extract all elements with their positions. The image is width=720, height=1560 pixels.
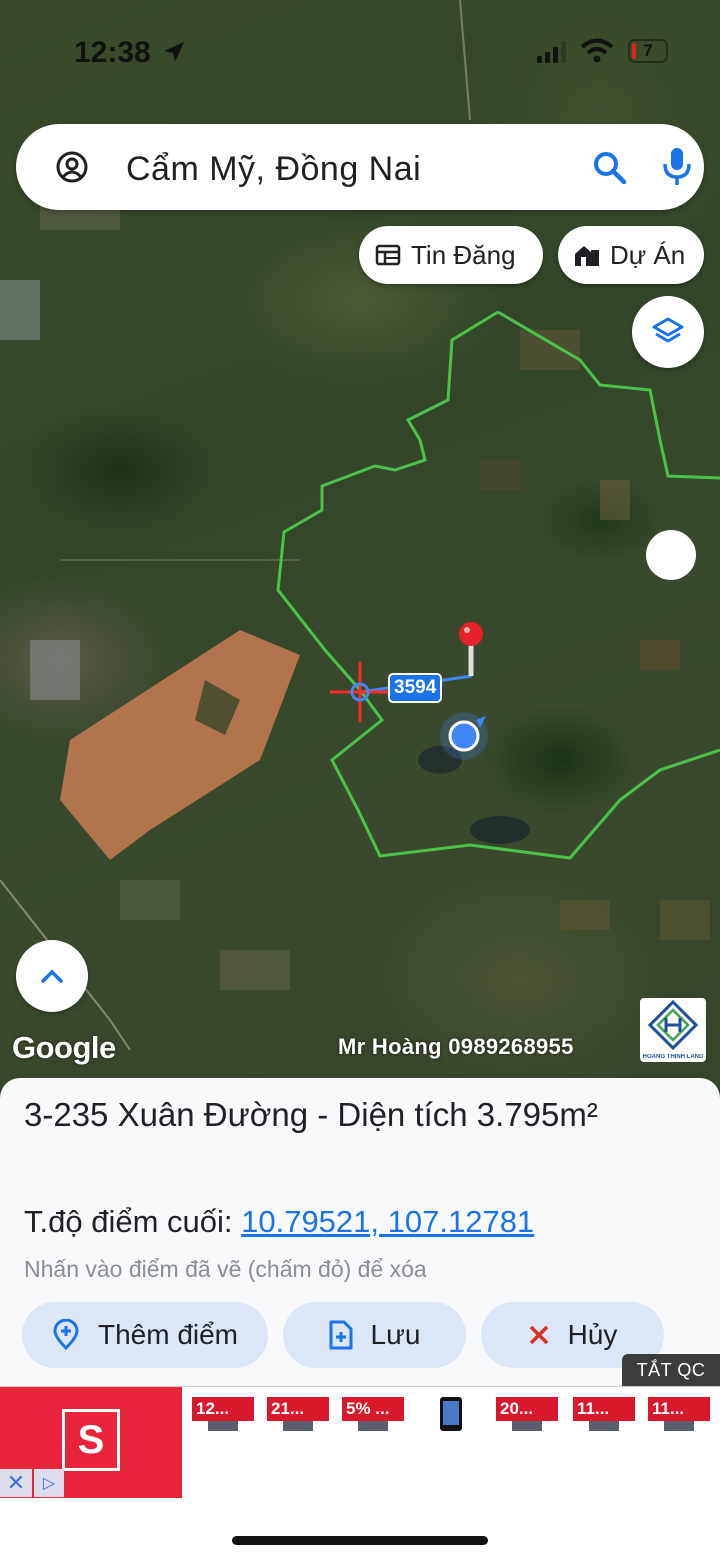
new-file-icon (329, 1320, 353, 1350)
signal-icon (537, 39, 566, 63)
listings-chip[interactable]: Tin Đăng (359, 226, 543, 284)
coords-link[interactable]: 10.79521, 107.12781 (241, 1204, 534, 1239)
cancel-label: Hủy (567, 1319, 618, 1350)
add-point-button[interactable]: Thêm điểm (22, 1302, 268, 1368)
close-icon (529, 1325, 548, 1345)
save-button[interactable]: Lưu (283, 1302, 466, 1368)
crosshair-marker (330, 662, 390, 722)
brand-logo: HOÀNG THỊNH LAND (640, 998, 706, 1062)
ad-close-icon[interactable]: ✕ (0, 1469, 32, 1497)
ad-phone-image[interactable] (440, 1397, 462, 1431)
calendar-list-icon (375, 244, 401, 266)
hide-ads-button[interactable]: TẮT QC (622, 1354, 720, 1386)
account-icon[interactable] (56, 151, 88, 183)
google-logo: Google (12, 1030, 116, 1065)
projects-chip[interactable]: Dự Án (558, 226, 704, 284)
coords-label: T.độ điểm cuối: (24, 1204, 242, 1239)
search-query[interactable]: Cẩm Mỹ, Đồng Nai (126, 150, 421, 189)
status-bar: 12:38 7 (0, 0, 720, 100)
search-icon[interactable] (592, 150, 628, 186)
current-location-dot (440, 712, 488, 760)
layers-icon (652, 317, 684, 343)
wifi-icon (580, 38, 614, 63)
building-icon (575, 246, 599, 266)
brand-logo-text: HOÀNG THỊNH LAND (642, 1054, 704, 1060)
location-arrow-icon (164, 42, 184, 62)
distance-label: 3594 (388, 673, 443, 703)
save-label: Lưu (370, 1319, 421, 1350)
status-time: 12:38 (74, 36, 151, 69)
status-icons: 7 (537, 38, 668, 64)
projects-chip-label: Dự Án (610, 239, 686, 270)
layers-button[interactable] (632, 296, 704, 368)
battery-icon: 7 (628, 39, 668, 63)
ad-s-logo-icon: S (62, 1409, 120, 1471)
compass-button[interactable] (646, 530, 696, 580)
listings-chip-label: Tin Đăng (411, 239, 516, 270)
endpoint-coordinates: T.độ điểm cuối: 10.79521, 107.12781 (24, 1204, 534, 1240)
ad-choices-icon[interactable]: ▷ (34, 1469, 64, 1497)
expand-panel-button[interactable] (16, 940, 88, 1012)
add-location-icon (53, 1319, 79, 1351)
bottom-safe-area (0, 1498, 720, 1560)
district-boundary (276, 310, 720, 860)
airport-area (60, 630, 300, 860)
microphone-icon[interactable] (662, 146, 692, 188)
brand-logo-icon (647, 999, 699, 1051)
area-title: 3-235 Xuân Đường - Diện tích 3.795m² (24, 1096, 598, 1133)
home-indicator[interactable] (232, 1536, 488, 1545)
hint-text: Nhấn vào điểm đã vẽ (chấm đỏ) để xóa (24, 1256, 427, 1282)
chevron-up-icon (41, 969, 63, 983)
watermark-text: Mr Hoàng 0989268955 (338, 1034, 574, 1059)
search-bar[interactable]: Cẩm Mỹ, Đồng Nai (16, 124, 704, 210)
red-pin-marker (459, 622, 483, 676)
ad-banner[interactable]: S ✕ ▷ 12... 21... 5% ... 20... 11... 11.… (0, 1386, 720, 1499)
add-point-label: Thêm điểm (97, 1319, 239, 1350)
